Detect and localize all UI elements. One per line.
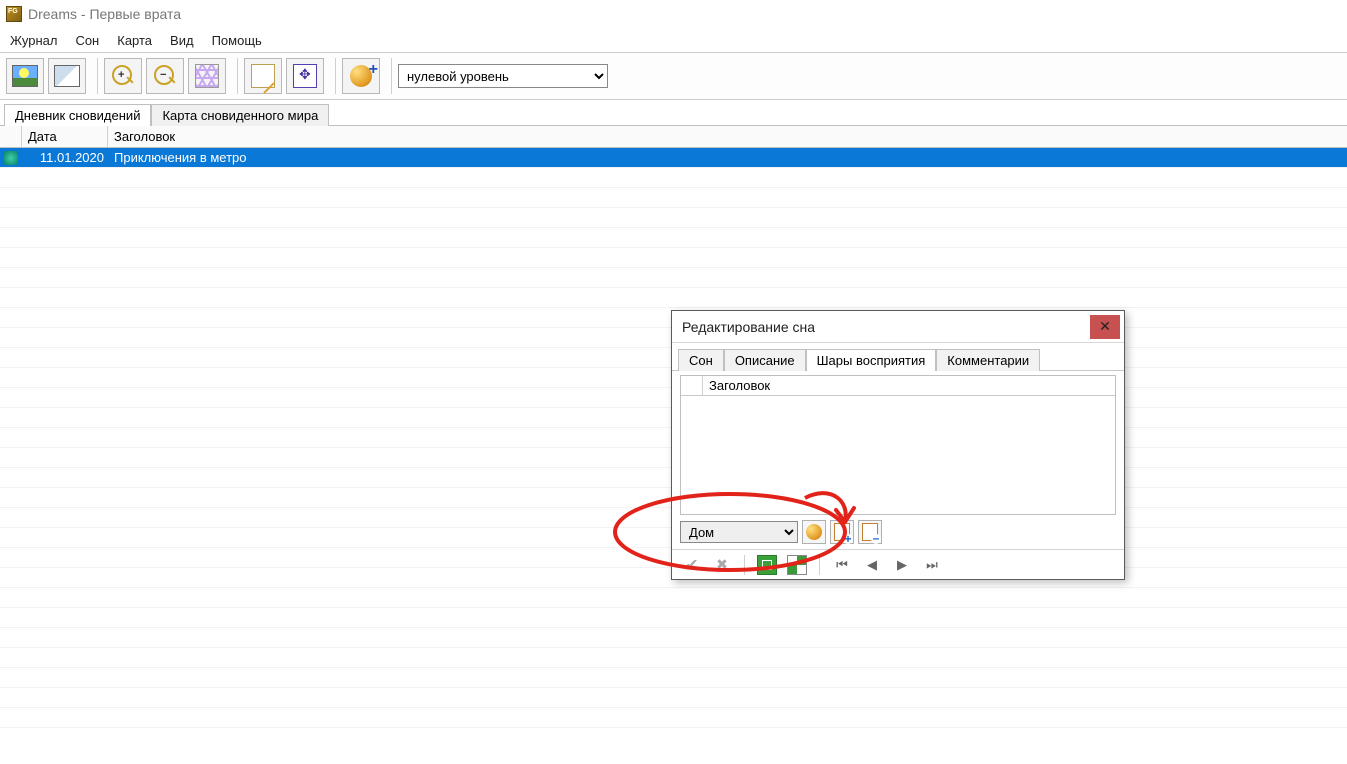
ball-icon [806,524,822,540]
add-page-icon [834,523,850,541]
dialog-grid-header-title[interactable]: Заголовок [703,376,1115,395]
footer-confirm-button[interactable]: ✔ [680,554,704,576]
nav-first-icon: ⏮ [836,557,848,573]
app-icon [6,6,22,22]
table-header-title[interactable]: Заголовок [108,126,1347,147]
toolbar-hex-move-button[interactable] [286,58,324,94]
nav-prev-icon: ◀ [867,557,877,573]
dialog-grid[interactable]: Заголовок [680,375,1116,515]
table-header-date[interactable]: Дата [22,126,108,147]
landscape-split-icon [54,65,80,87]
menu-view[interactable]: Вид [170,33,194,48]
check-icon: ✔ [685,555,698,575]
dialog-ball-button[interactable] [802,520,826,544]
dialog-grid-header: Заголовок [681,376,1115,396]
dialog-title: Редактирование сна [682,319,815,335]
hex-edit-icon [251,64,275,88]
tab-dream-diary[interactable]: Дневник сновидений [4,104,151,126]
zoom-in-icon: + [110,63,136,89]
footer-nav-first-button[interactable]: ⏮ [830,554,854,576]
edit-dream-dialog: Редактирование сна ✕ Сон Описание Шары в… [671,310,1125,580]
footer-separator [744,555,745,575]
nav-next-icon: ▶ [897,557,907,573]
landscape-icon [12,65,38,87]
grid-panel-icon [787,555,807,575]
menubar: Журнал Сон Карта Вид Помощь [0,28,1347,52]
tab-dream-world-map[interactable]: Карта сновиденного мира [151,104,329,126]
panel-icon [757,555,777,575]
zoom-out-icon: − [152,63,178,89]
dialog-body: Заголовок [672,371,1124,515]
footer-nav-next-button[interactable]: ▶ [890,554,914,576]
dialog-grid-header-icon-col [681,376,703,395]
toolbar-hex-edit-button[interactable] [244,58,282,94]
toolbar-level-select[interactable]: нулевой уровень [398,64,608,88]
dialog-controls: Дом [672,515,1124,549]
titlebar: Dreams - Первые врата [0,0,1347,28]
toolbar-zoom-out-button[interactable]: − [146,58,184,94]
footer-separator [819,555,820,575]
row-icon [0,151,22,165]
toolbar-zoom-in-button[interactable]: + [104,58,142,94]
remove-page-icon [862,523,878,541]
toolbar-grid-button[interactable] [188,58,226,94]
toolbar-new-ball-button[interactable]: + [342,58,380,94]
menu-journal[interactable]: Журнал [10,33,57,48]
dialog-tab-comments[interactable]: Комментарии [936,349,1040,371]
footer-nav-last-button[interactable]: ⏭ [920,554,944,576]
menu-help[interactable]: Помощь [212,33,262,48]
ball-plus-icon: + [350,65,372,87]
app-title: Dreams - Первые врата [28,6,181,22]
menu-map[interactable]: Карта [117,33,152,48]
toolbar-separator [330,58,336,94]
dialog-tab-perception-balls[interactable]: Шары восприятия [806,349,937,371]
dialog-remove-page-button[interactable] [858,520,882,544]
close-icon: ✕ [1099,318,1111,335]
toolbar: + − + нулевой уровень [0,52,1347,100]
table-header: Дата Заголовок [0,126,1347,148]
dialog-tab-dream[interactable]: Сон [678,349,724,371]
toolbar-landscape-split-button[interactable] [48,58,86,94]
hex-grid-icon [195,64,219,88]
toolbar-separator [232,58,238,94]
toolbar-separator [386,58,392,94]
hex-move-icon [293,64,317,88]
footer-nav-prev-button[interactable]: ◀ [860,554,884,576]
dream-icon [4,151,18,165]
table-header-icon-col [0,126,22,147]
cross-icon: ✖ [716,556,728,573]
row-title: Приключения в метро [108,150,1347,165]
dialog-titlebar[interactable]: Редактирование сна ✕ [672,311,1124,343]
footer-panel2-button[interactable] [785,554,809,576]
dialog-tabs: Сон Описание Шары восприятия Комментарии [672,343,1124,371]
table-row[interactable]: 11.01.2020 Приключения в метро [0,148,1347,168]
toolbar-separator [92,58,98,94]
nav-last-icon: ⏭ [926,557,938,573]
dialog-combo[interactable]: Дом [680,521,798,543]
footer-cancel-button[interactable]: ✖ [710,554,734,576]
dialog-close-button[interactable]: ✕ [1090,315,1120,339]
dialog-footer: ✔ ✖ ⏮ ◀ ▶ ⏭ [672,549,1124,579]
toolbar-landscape-button[interactable] [6,58,44,94]
dialog-tab-description[interactable]: Описание [724,349,806,371]
dialog-add-page-button[interactable] [830,520,854,544]
menu-dream[interactable]: Сон [75,33,99,48]
main-tabs: Дневник сновидений Карта сновиденного ми… [0,100,1347,126]
row-date: 11.01.2020 [22,150,108,165]
footer-panel1-button[interactable] [755,554,779,576]
